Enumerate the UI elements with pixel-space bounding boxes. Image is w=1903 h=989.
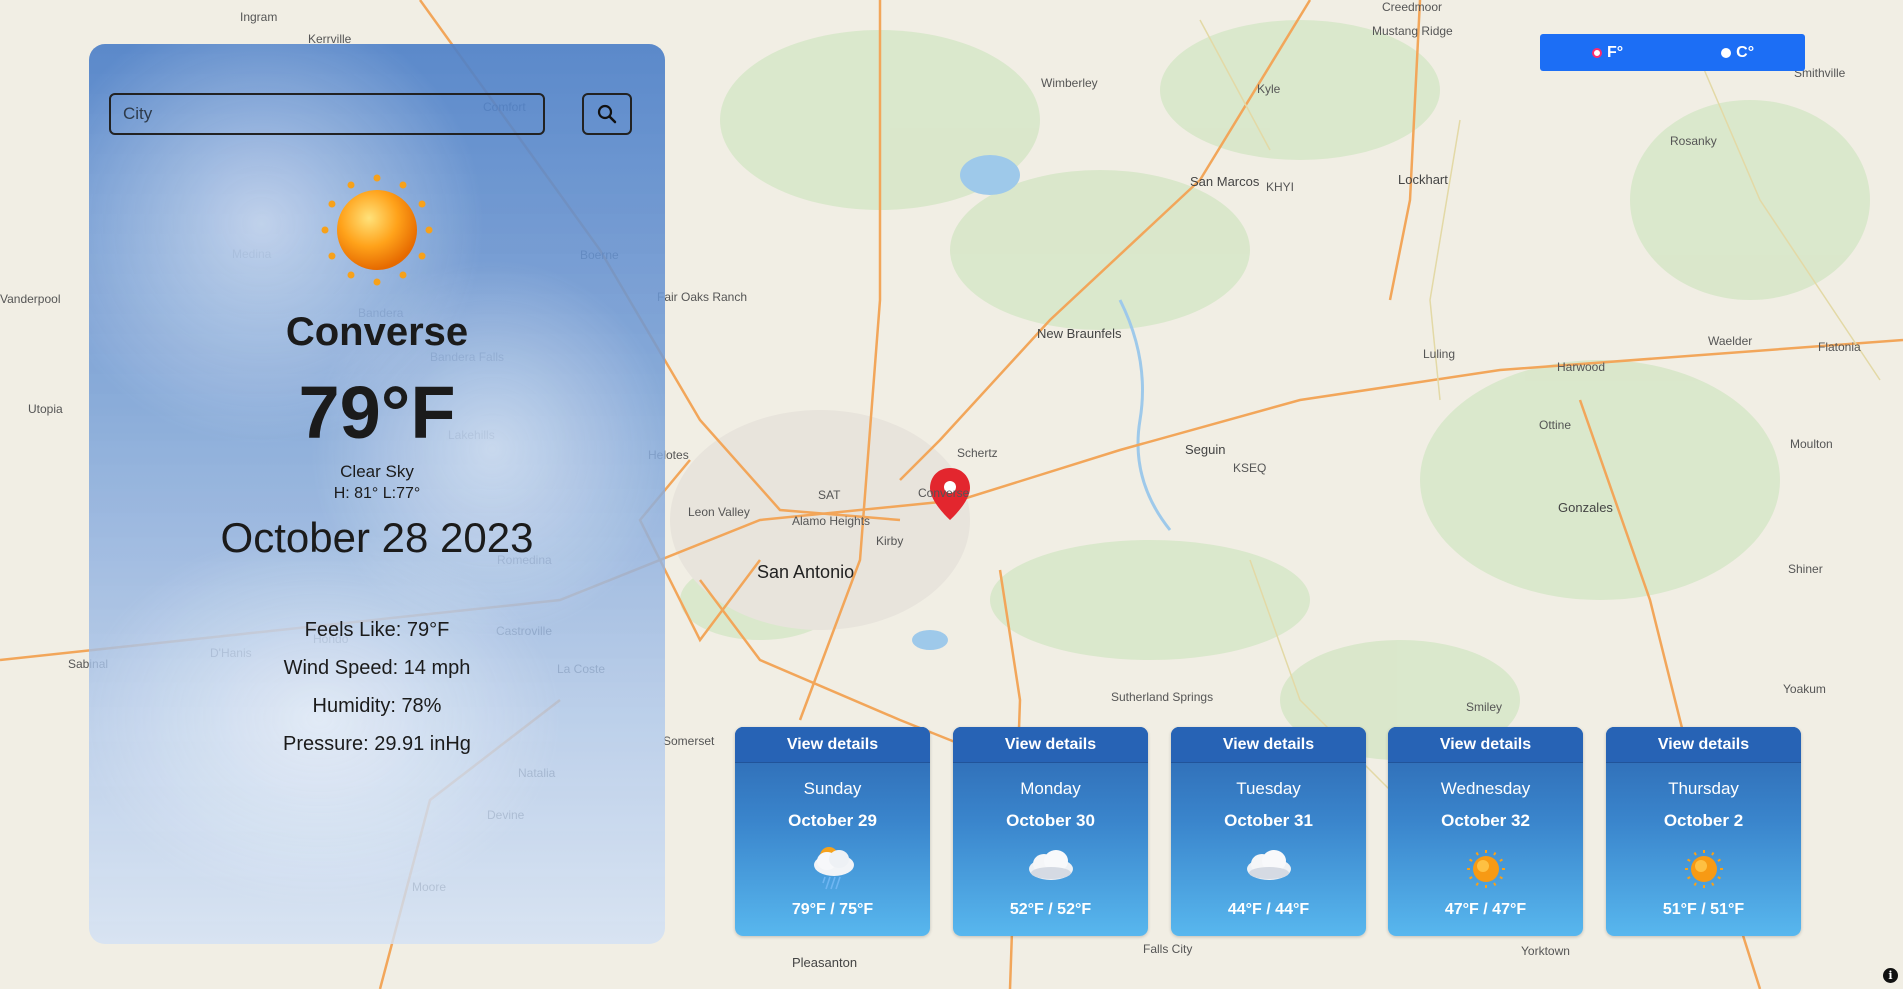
forecast-temperatures: 52°F / 52°F <box>1009 901 1092 918</box>
forecast-day: Sunday <box>803 779 862 798</box>
map-place-label: San Marcos <box>1190 174 1260 189</box>
map-place-label: Mustang Ridge <box>1372 24 1453 38</box>
map-place-label: Utopia <box>28 402 63 416</box>
unit-toggle: F° C° <box>1540 34 1805 71</box>
forecast-day: Wednesday <box>1440 779 1531 798</box>
fahrenheit-radio[interactable] <box>1592 47 1602 58</box>
map-place-label: San Antonio <box>757 562 855 582</box>
fahrenheit-option[interactable]: F° <box>1592 44 1623 62</box>
celsius-radio[interactable] <box>1721 47 1732 58</box>
forecast-date: October 30 <box>1006 811 1095 830</box>
map-place-label: Fair Oaks Ranch <box>657 290 748 304</box>
weather-condition: Clear Sky <box>340 462 414 481</box>
fahrenheit-label: F° <box>1607 43 1624 61</box>
forecast-card: View details Wednesday October 32 47°F /… <box>1388 727 1583 936</box>
forecast-temperatures: 44°F / 44°F <box>1227 901 1310 918</box>
map-place-label: Shiner <box>1788 562 1823 576</box>
map-place-label: SAT <box>818 488 841 502</box>
pressure: Pressure: 29.91 inHg <box>283 733 471 755</box>
map-place-label: Seguin <box>1185 442 1226 457</box>
forecast-date: October 32 <box>1441 811 1530 830</box>
current-date: October 28 2023 <box>220 514 534 561</box>
sun-icon <box>1685 850 1723 888</box>
map-place-label: Wimberley <box>1041 76 1098 90</box>
wind-speed: Wind Speed: 14 mph <box>283 657 471 679</box>
search-icon <box>597 104 617 124</box>
view-details-button[interactable]: View details <box>735 727 930 763</box>
map-place-label: Kirby <box>876 534 904 548</box>
map-place-label: Gonzales <box>1558 500 1613 515</box>
map-attribution-info-icon[interactable]: i <box>1883 968 1898 983</box>
feels-like: Feels Like: 79°F <box>304 619 450 641</box>
celsius-option[interactable]: C° <box>1721 44 1754 62</box>
forecast-date: October 2 <box>1663 811 1744 830</box>
map-place-label: Creedmoor <box>1382 0 1443 14</box>
current-temperature: 79°F <box>298 371 456 454</box>
map-place-label: Schertz <box>957 446 998 460</box>
map-place-label: Alamo Heights <box>792 514 871 528</box>
forecast-card: View details Tuesday October 31 44°F / 4… <box>1171 727 1366 936</box>
view-details-button[interactable]: View details <box>1171 727 1366 763</box>
forecast-temperatures: 51°F / 51°F <box>1662 901 1745 918</box>
map-place-label: Lockhart <box>1398 172 1448 187</box>
map-place-label: KSEQ <box>1233 461 1267 475</box>
map-place-label: Luling <box>1423 347 1456 361</box>
map-place-label: Converse <box>918 486 970 500</box>
rain-cloud-icon <box>814 847 854 890</box>
current-weather-panel: Converse 79°F Clear Sky H: 81° L:77° Oct… <box>89 44 665 944</box>
forecast-temperatures: 79°F / 75°F <box>791 901 874 918</box>
search-button[interactable] <box>582 93 632 135</box>
map-place-label: Rosanky <box>1670 134 1717 148</box>
map-place-label: Kyle <box>1257 82 1281 96</box>
map-place-label: Leon Valley <box>688 505 750 519</box>
map-place-label: Harwood <box>1557 360 1606 374</box>
forecast-date: October 29 <box>788 811 877 830</box>
map-place-label: Falls City <box>1143 942 1193 956</box>
view-details-button[interactable]: View details <box>1388 727 1583 763</box>
city-name: Converse <box>285 310 469 354</box>
view-details-button[interactable]: View details <box>1606 727 1801 763</box>
map-place-label: Yoakum <box>1783 682 1826 696</box>
sun-icon <box>321 174 433 286</box>
forecast-card: View details Sunday October 29 79°F / 75… <box>735 727 930 936</box>
map-place-label: Moulton <box>1790 437 1833 451</box>
map-place-label: Vanderpool <box>0 292 61 306</box>
map-place-label: New Braunfels <box>1037 326 1122 341</box>
map-place-label: Yorktown <box>1521 944 1570 958</box>
map-place-label: Flatonia <box>1818 340 1861 354</box>
map-place-label: Pleasanton <box>792 955 858 970</box>
sun-icon <box>1467 850 1505 888</box>
map-place-label: Waelder <box>1708 334 1753 348</box>
high-low-temperature: H: 81° L:77° <box>333 485 421 502</box>
forecast-card: View details Thursday October 2 51°F / 5… <box>1606 727 1801 936</box>
forecast-temperatures: 47°F / 47°F <box>1444 901 1527 918</box>
cloud-icon <box>1247 850 1291 880</box>
forecast-day: Monday <box>1020 779 1081 798</box>
city-search-input[interactable] <box>109 93 545 135</box>
map-place-label: Smiley <box>1466 700 1503 714</box>
forecast-day: Tuesday <box>1236 779 1301 798</box>
map-place-label: KHYI <box>1266 180 1295 194</box>
map-place-label: Sutherland Springs <box>1111 690 1214 704</box>
view-details-button[interactable]: View details <box>953 727 1148 763</box>
map-place-label: Somerset <box>663 734 715 748</box>
cloud-icon <box>1029 850 1073 880</box>
forecast-date: October 31 <box>1224 811 1313 830</box>
humidity: Humidity: 78% <box>312 695 442 717</box>
forecast-card: View details Monday October 30 52°F / 52… <box>953 727 1148 936</box>
map-place-label: Ottine <box>1539 418 1572 432</box>
celsius-label: C° <box>1736 43 1755 61</box>
forecast-day: Thursday <box>1668 779 1739 798</box>
map-place-label: Ingram <box>240 10 278 24</box>
